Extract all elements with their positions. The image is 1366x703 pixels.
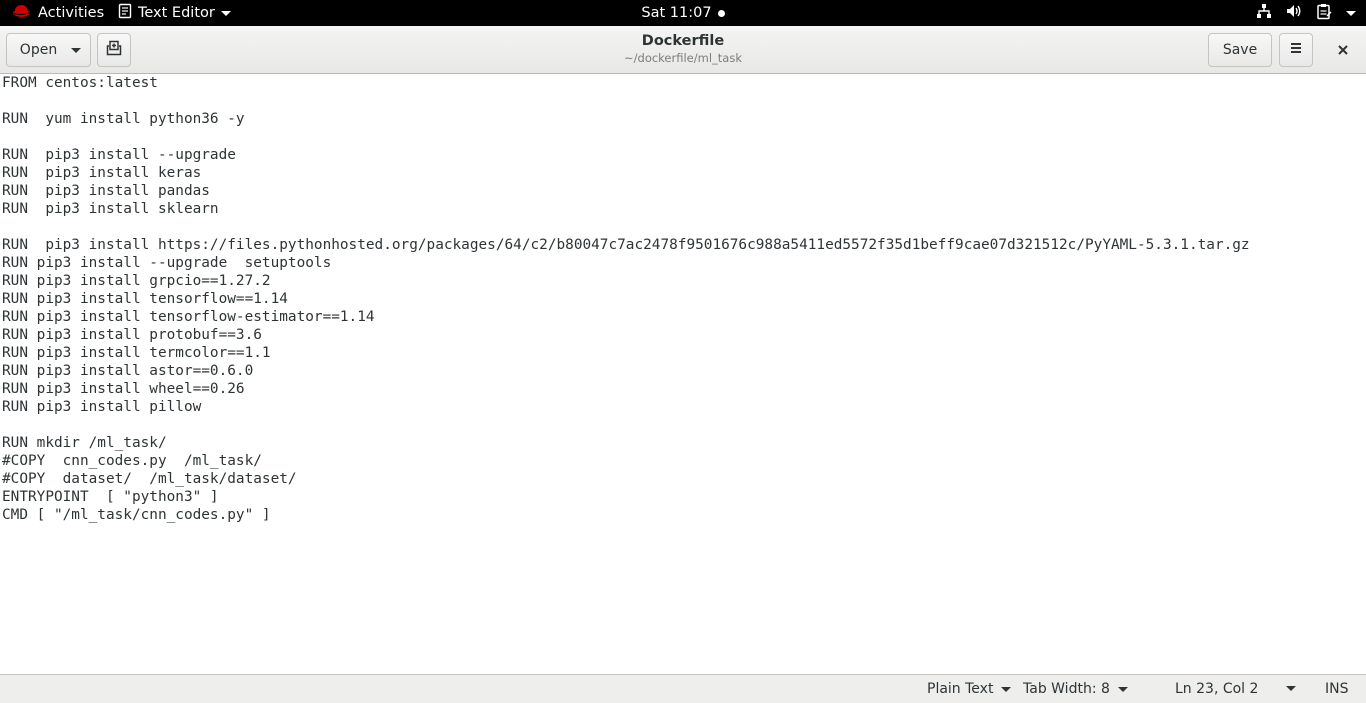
code-line: RUN pip3 install tensorflow==1.14 <box>2 291 288 307</box>
code-line: RUN yum install python36 -y <box>2 111 245 127</box>
code-line: RUN pip3 install protobuf==3.6 <box>2 327 262 343</box>
code-line: RUN pip3 install grpcio==1.27.2 <box>2 273 271 289</box>
code-line: RUN pip3 install tensorflow-estimator==1… <box>2 309 375 325</box>
code-line: ENTRYPOINT [ "python3" ] <box>2 489 219 505</box>
code-line: RUN pip3 install pandas <box>2 183 210 199</box>
clipboard-icon <box>1316 3 1332 24</box>
volume-icon <box>1286 3 1302 23</box>
status-bar: Plain Text Tab Width: 8 Ln 23, Col 2 INS <box>0 674 1366 703</box>
language-label: Plain Text <box>927 681 994 697</box>
chevron-down-icon <box>1117 686 1128 692</box>
code-line: RUN mkdir /ml_task/ <box>2 435 167 451</box>
tab-width-selector[interactable]: Tab Width: 8 <box>1023 675 1128 703</box>
code-line: RUN pip3 install --upgrade setuptools <box>2 255 332 271</box>
activities-label: Activities <box>38 5 105 21</box>
close-window-button[interactable] <box>1326 33 1360 67</box>
code-line: RUN pip3 install sklearn <box>2 201 219 217</box>
chevron-down-icon <box>71 47 82 53</box>
code-line: RUN pip3 install keras <box>2 165 202 181</box>
hamburger-menu-icon <box>1289 42 1303 58</box>
code-line: RUN pip3 install astor==0.6.0 <box>2 363 254 379</box>
chevron-down-icon <box>1001 686 1012 692</box>
cursor-position-selector[interactable]: Ln 23, Col 2 <box>1175 675 1258 703</box>
system-status-menu[interactable] <box>1256 0 1356 26</box>
clock[interactable]: Sat 11:07 <box>641 5 711 21</box>
redhat-logo-icon <box>12 4 31 22</box>
chevron-down-icon <box>1346 10 1356 16</box>
save-button[interactable]: Save <box>1208 33 1272 67</box>
code-line: RUN pip3 install --upgrade <box>2 147 236 163</box>
code-line: RUN pip3 install https://files.pythonhos… <box>2 237 1250 253</box>
open-button[interactable]: Open <box>6 33 91 67</box>
network-icon <box>1256 3 1272 23</box>
code-line: RUN pip3 install termcolor==1.1 <box>2 345 271 361</box>
app-menu-label: Text Editor <box>138 5 215 21</box>
close-icon <box>1337 41 1349 60</box>
code-line: CMD [ "/ml_task/cnn_codes.py" ] <box>2 507 271 523</box>
notification-dot-icon <box>717 9 725 17</box>
header-bar: Open Dockerfile ~/dockerfile/ml_task Sav… <box>0 26 1366 74</box>
code-content: FROM centos:latest RUN yum install python… <box>2 74 1250 524</box>
top-bar: Activities Text Editor Sat 11:07 <box>0 0 1366 26</box>
app-menu[interactable]: Text Editor <box>118 0 231 26</box>
chevron-down-icon <box>220 10 231 16</box>
hamburger-menu-button[interactable] <box>1279 33 1313 67</box>
chevron-down-icon[interactable] <box>1286 686 1296 691</box>
code-line: RUN pip3 install pillow <box>2 399 202 415</box>
code-line: FROM centos:latest <box>2 75 158 91</box>
insert-mode-label: INS <box>1325 681 1349 697</box>
open-button-label: Open <box>19 42 58 58</box>
code-line: #COPY dataset/ /ml_task/dataset/ <box>2 471 297 487</box>
activities-button[interactable]: Activities <box>12 0 104 26</box>
cursor-position-label: Ln 23, Col 2 <box>1175 681 1259 697</box>
new-document-icon <box>106 40 122 60</box>
code-line: #COPY cnn_codes.py /ml_task/ <box>2 453 262 469</box>
insert-mode-indicator[interactable]: INS <box>1325 675 1349 703</box>
tab-width-label: Tab Width: 8 <box>1023 681 1110 697</box>
code-line: RUN pip3 install wheel==0.26 <box>2 381 245 397</box>
text-editor-icon <box>118 3 132 23</box>
text-editor-area[interactable]: FROM centos:latest RUN yum install python… <box>0 74 1366 674</box>
window-title: Dockerfile <box>641 33 725 49</box>
window-subtitle: ~/dockerfile/ml_task <box>624 51 742 65</box>
new-document-button[interactable] <box>97 33 131 67</box>
language-selector[interactable]: Plain Text <box>927 675 1012 703</box>
save-button-label: Save <box>1222 42 1258 58</box>
